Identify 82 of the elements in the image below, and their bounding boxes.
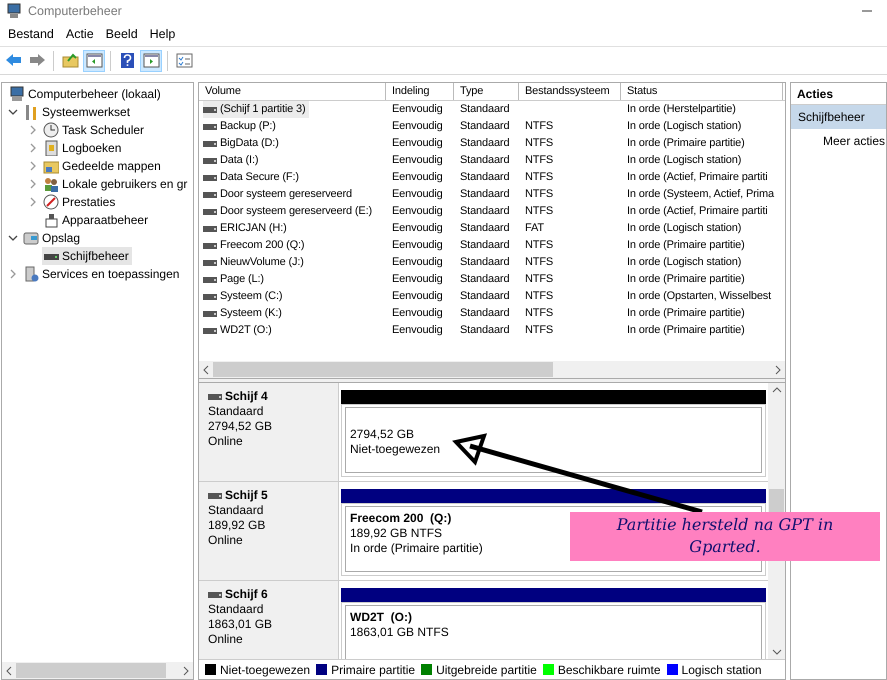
table-cell-text: In orde (Primaire partitie) — [627, 272, 745, 288]
table-cell-text: In orde (Logisch station) — [627, 153, 742, 168]
table-cell-text: Eenvoudig — [392, 323, 443, 338]
table-cell-text: In orde (Actief, Primaire partiti — [627, 204, 768, 220]
table-cell-text: Eenvoudig — [392, 102, 443, 118]
legend-label: Primaire partitie — [331, 662, 416, 678]
table-cell-text: Eenvoudig — [392, 170, 443, 186]
disk-type: Standaard — [208, 503, 264, 518]
table-cell-text: In orde (Primaire partitie) — [627, 306, 745, 322]
disk-size: 1863,01 GB — [208, 617, 274, 632]
table-cell-text: NTFS — [525, 136, 554, 152]
disk-name: Schijf 6 — [225, 587, 268, 602]
disk-status: Online — [208, 632, 244, 647]
partition-title: WD2T (O:) — [350, 610, 412, 625]
partition-info: In orde (Primaire partitie) — [350, 541, 483, 556]
table-cell-text: Standaard — [460, 102, 510, 118]
table-cell-text: Eenvoudig — [392, 204, 443, 220]
table-cell-text: In orde (Logisch station) — [627, 119, 742, 134]
table-cell-text: Standaard — [460, 323, 510, 338]
disk-size: 189,92 GB — [208, 518, 266, 533]
legend-label: Uitgebreide partitie — [436, 662, 537, 678]
table-cell-text: Eenvoudig — [392, 119, 443, 134]
table-cell-text: NTFS — [525, 238, 554, 254]
table-cell-text: NTFS — [525, 255, 554, 270]
pane-title: Acties — [797, 86, 834, 102]
table-cell-text: Standaard — [460, 153, 510, 168]
table-cell-text: NTFS — [525, 204, 554, 220]
table-cell-text: Eenvoudig — [392, 306, 443, 322]
partition-info: 1863,01 GB NTFS — [350, 625, 449, 640]
table-cell-text: Standaard — [460, 170, 510, 186]
table-cell-text: Standaard — [460, 187, 510, 202]
disk-name: Schijf 4 — [225, 389, 268, 404]
table-cell-text: Eenvoudig — [392, 221, 443, 236]
table-cell-text: Standaard — [460, 136, 510, 152]
table-cell-text: NTFS — [525, 153, 554, 168]
disk-type: Standaard — [208, 602, 264, 617]
table-cell-text: Eenvoudig — [392, 255, 443, 270]
disk-status: Online — [208, 434, 244, 449]
table-cell-text: Eenvoudig — [392, 136, 443, 152]
table-cell-text: In orde (Systeem, Actief, Prima — [627, 187, 774, 202]
table-cell-text: Standaard — [460, 238, 510, 254]
partition-info: 2794,52 GB — [350, 427, 414, 442]
table-cell-text: FAT — [525, 221, 544, 236]
disk-size: 2794,52 GB — [208, 419, 274, 434]
table-cell-text: NTFS — [525, 187, 554, 202]
table-cell-text: Eenvoudig — [392, 289, 443, 304]
table-cell-text: Standaard — [460, 272, 510, 288]
table-cell-text: Standaard — [460, 119, 510, 134]
legend-label: Logisch station — [682, 662, 762, 678]
table-cell-text: Eenvoudig — [392, 238, 443, 254]
table-cell-text: In orde (Logisch station) — [627, 221, 742, 236]
table-cell-text: Eenvoudig — [392, 272, 443, 288]
table-cell-text: Standaard — [460, 255, 510, 270]
table-cell-text: Standaard — [460, 204, 510, 220]
table-cell-text: Standaard — [460, 306, 510, 322]
table-cell-text: Eenvoudig — [392, 153, 443, 168]
legend-label: Beschikbare ruimte — [558, 662, 661, 678]
disk-status: Online — [208, 533, 244, 548]
table-cell-text: In orde (Herstelpartitie) — [627, 102, 736, 118]
disk-name: Schijf 5 — [225, 488, 268, 503]
table-cell-text: NTFS — [525, 289, 554, 304]
table-cell-text: Standaard — [460, 221, 510, 236]
window-title: Computerbeheer — [28, 2, 122, 20]
table-cell-text: In orde (Primaire partitie) — [627, 238, 745, 254]
table-cell-text: In orde (Primaire partitie) — [627, 323, 745, 338]
table-cell-text: In orde (Logisch station) — [627, 255, 742, 270]
table-cell-text: NTFS — [525, 272, 554, 288]
table-cell-text: In orde (Opstarten, Wisselbest — [627, 289, 772, 304]
disk-type: Standaard — [208, 404, 264, 419]
table-cell-text: NTFS — [525, 119, 554, 134]
table-cell-text: NTFS — [525, 306, 554, 322]
partition-title: Freecom 200 (Q:) — [350, 511, 452, 526]
legend-label: Niet-toegewezen — [220, 662, 310, 678]
callout-tooltip: Partitie hersteld na GPT in Gparted. — [570, 512, 880, 561]
partition-info: 189,92 GB NTFS — [350, 526, 442, 541]
table-cell-text: NTFS — [525, 170, 554, 186]
table-cell-text: NTFS — [525, 323, 554, 338]
table-cell-text: Eenvoudig — [392, 187, 443, 202]
table-cell-text: In orde (Primaire partitie) — [627, 136, 745, 152]
table-cell-text: Standaard — [460, 289, 510, 304]
table-cell-text: In orde (Actief, Primaire partiti — [627, 170, 768, 186]
partition-info: Niet-toegewezen — [350, 442, 440, 457]
